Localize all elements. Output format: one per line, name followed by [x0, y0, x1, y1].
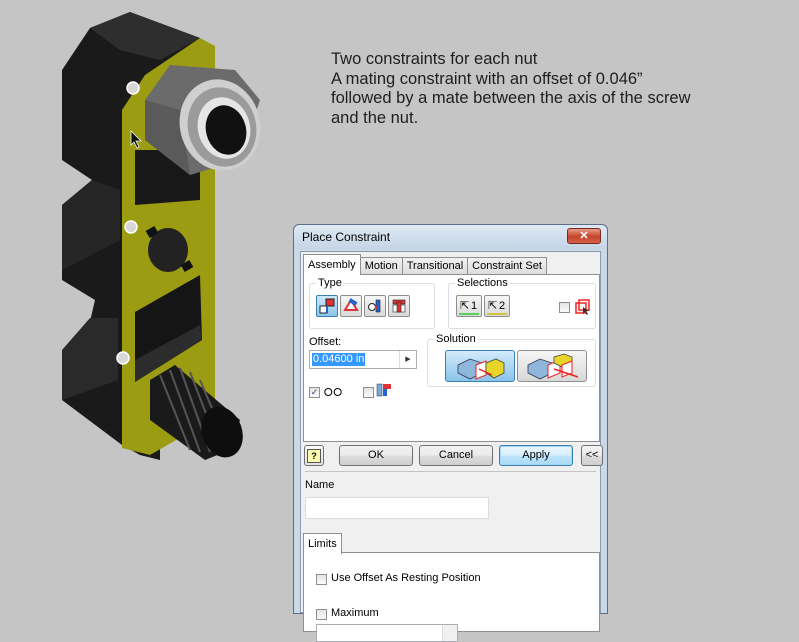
annotation-line: A mating constraint with an offset of 0.…: [331, 69, 643, 88]
use-offset-resting-label: Use Offset As Resting Position: [331, 572, 481, 584]
offset-label: Offset:: [309, 336, 342, 348]
select-arrow-icon: ⇱: [460, 300, 470, 312]
help-button[interactable]: ?: [304, 445, 324, 466]
pick-part-first-icon: [575, 299, 590, 315]
selection-2-button[interactable]: ⇱ 2: [484, 295, 510, 317]
insert-type-button[interactable]: [388, 295, 410, 317]
flush-solution-icon: [527, 353, 579, 380]
assembly-tab-panel: Type Selections ⇱ 1 ⇱ 2 Offset: 0.04600 …: [303, 274, 600, 442]
maximum-label: Maximum: [331, 607, 379, 619]
close-icon: ✕: [579, 230, 589, 242]
use-offset-resting-checkbox[interactable]: [316, 574, 327, 585]
predict-offset-checkbox[interactable]: [363, 387, 374, 398]
dialog-client: Assembly Motion Transitional Constraint …: [300, 251, 603, 642]
mate-icon: [319, 298, 335, 314]
predict-offset-icon: [376, 383, 391, 397]
annotation-line: and the nut.: [331, 108, 419, 127]
cad-model-viewport[interactable]: [0, 0, 290, 470]
solution-group-label: Solution: [436, 333, 476, 345]
mate-solution-icon: [457, 358, 505, 380]
selection-1-label: 1: [471, 300, 478, 312]
dialog-title: Place Constraint: [302, 230, 391, 244]
offset-value: 0.04600 in: [312, 353, 366, 366]
selection-1-button[interactable]: ⇱ 1: [456, 295, 482, 317]
maximum-dropdown-arrow-icon[interactable]: [442, 625, 457, 641]
annotation-line: Two constraints for each nut: [331, 50, 538, 68]
grip-point[interactable]: [126, 81, 140, 95]
mate-type-button[interactable]: [316, 295, 338, 317]
select-arrow-icon: ⇱: [488, 300, 498, 312]
cancel-button[interactable]: Cancel: [419, 445, 493, 466]
glasses-preview-icon: ഠഠ: [323, 383, 342, 399]
ok-button[interactable]: OK: [339, 445, 413, 466]
apply-button[interactable]: Apply: [499, 445, 573, 466]
grip-point[interactable]: [116, 351, 130, 365]
maximum-input[interactable]: [316, 624, 458, 642]
solution-mate-button[interactable]: [445, 350, 515, 382]
help-icon: ?: [307, 449, 321, 463]
selection-1-color-bar: [459, 313, 479, 315]
pick-part-first-checkbox[interactable]: [559, 302, 570, 313]
offset-dropdown-arrow-icon[interactable]: ▶: [399, 351, 416, 368]
dialog-titlebar[interactable]: Place Constraint ✕: [294, 225, 607, 249]
grip-point[interactable]: [124, 220, 138, 234]
tangent-type-button[interactable]: [364, 295, 386, 317]
name-label: Name: [305, 479, 335, 491]
type-group-label: Type: [318, 277, 342, 289]
tab-constraint-set[interactable]: Constraint Set: [467, 257, 547, 275]
collapse-button[interactable]: <<: [581, 445, 603, 466]
annotation-line: followed by a mate between the axis of t…: [331, 89, 691, 107]
separator: [305, 471, 596, 472]
angle-icon: [343, 298, 359, 311]
selection-2-label: 2: [499, 300, 506, 312]
show-preview-checkbox[interactable]: ✓: [309, 387, 320, 398]
annotation-text: Two constraints for each nut A mating co…: [331, 50, 771, 128]
place-constraint-dialog: Place Constraint ✕ Assembly Motion Trans…: [293, 224, 608, 642]
tab-assembly[interactable]: Assembly: [303, 254, 361, 275]
limits-panel: Use Offset As Resting Position Maximum: [303, 552, 600, 642]
tab-strip: Assembly Motion Transitional Constraint …: [303, 254, 547, 275]
offset-input[interactable]: 0.04600 in ▶: [309, 350, 417, 369]
selection-2-color-bar: [487, 313, 507, 315]
tab-transitional[interactable]: Transitional: [401, 257, 469, 275]
selections-group-label: Selections: [457, 277, 508, 289]
name-input[interactable]: [305, 497, 489, 519]
maximum-checkbox[interactable]: [316, 609, 327, 620]
close-button[interactable]: ✕: [567, 228, 601, 244]
solution-flush-button[interactable]: [517, 350, 587, 382]
tangent-icon: [368, 299, 381, 313]
insert-icon: [392, 299, 406, 313]
tab-limits[interactable]: Limits: [303, 533, 342, 554]
angle-type-button[interactable]: [340, 295, 362, 317]
tab-motion[interactable]: Motion: [359, 257, 403, 275]
